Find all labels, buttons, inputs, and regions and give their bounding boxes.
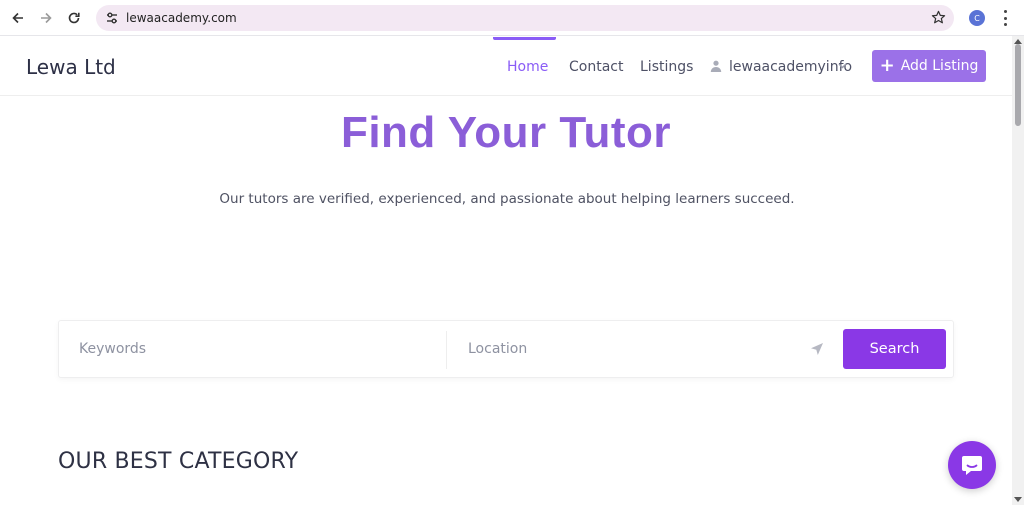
browser-menu-icon[interactable]	[1000, 10, 1010, 26]
category-heading: OUR BEST CATEGORY	[58, 449, 299, 474]
hero-subtitle: Our tutors are verified, experienced, an…	[219, 191, 795, 207]
add-listing-button[interactable]: + Add Listing	[872, 50, 986, 82]
nav-home[interactable]: Home	[507, 59, 548, 75]
scroll-thumb[interactable]	[1015, 44, 1021, 126]
browser-toolbar: lewaacademy.com C	[0, 0, 1024, 36]
keywords-input[interactable]: Keywords	[79, 321, 439, 377]
site-logo[interactable]: Lewa Ltd	[26, 55, 116, 79]
add-listing-label: Add Listing	[900, 58, 979, 74]
active-nav-indicator	[493, 37, 556, 40]
bookmark-star-icon[interactable]	[931, 10, 946, 25]
search-button[interactable]: Search	[843, 329, 946, 369]
site-info-icon[interactable]	[105, 11, 119, 25]
profile-avatar[interactable]: C	[969, 10, 985, 26]
nav-listings[interactable]: Listings	[640, 59, 693, 75]
scroll-down-icon[interactable]	[1014, 497, 1022, 502]
location-input[interactable]: Location	[468, 321, 798, 377]
search-panel: Keywords Location Search	[58, 320, 954, 378]
user-icon	[710, 60, 722, 72]
reload-icon[interactable]	[64, 8, 84, 28]
chevron-down-icon[interactable]	[838, 63, 847, 69]
chat-widget-button[interactable]	[948, 441, 996, 489]
back-icon[interactable]	[8, 8, 28, 28]
chat-icon	[962, 456, 982, 475]
forward-icon[interactable]	[36, 8, 56, 28]
url-text: lewaacademy.com	[126, 11, 237, 25]
location-arrow-icon[interactable]	[809, 341, 825, 357]
user-menu[interactable]: lewaacademyinfo	[729, 59, 852, 75]
site-header: Lewa Ltd Home Contact Listings lewaacade…	[0, 37, 1012, 96]
hero-title: Find Your Tutor	[340, 108, 672, 157]
page-scrollbar[interactable]	[1012, 36, 1024, 505]
nav-contact[interactable]: Contact	[569, 59, 623, 75]
search-divider	[446, 331, 447, 369]
plus-icon: +	[879, 55, 895, 76]
address-bar[interactable]: lewaacademy.com	[96, 5, 954, 31]
